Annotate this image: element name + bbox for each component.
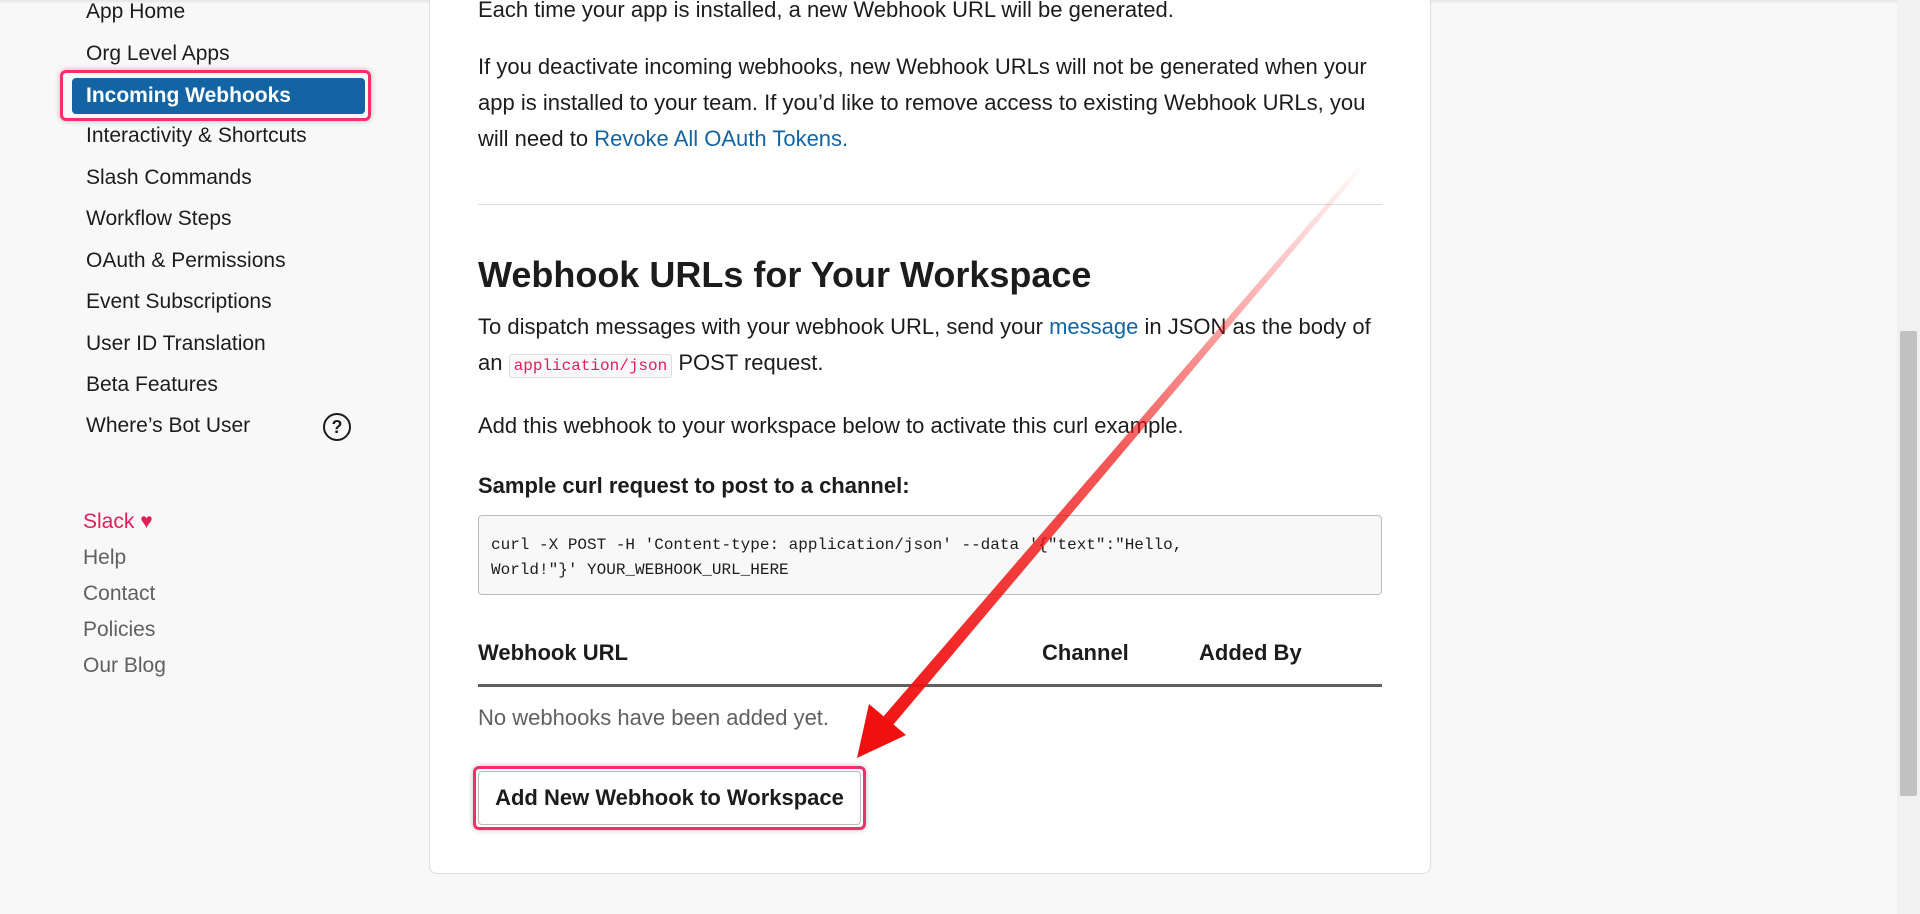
annotation-arrow-icon [857,159,1368,758]
scrollbar-thumb[interactable] [1900,331,1917,796]
